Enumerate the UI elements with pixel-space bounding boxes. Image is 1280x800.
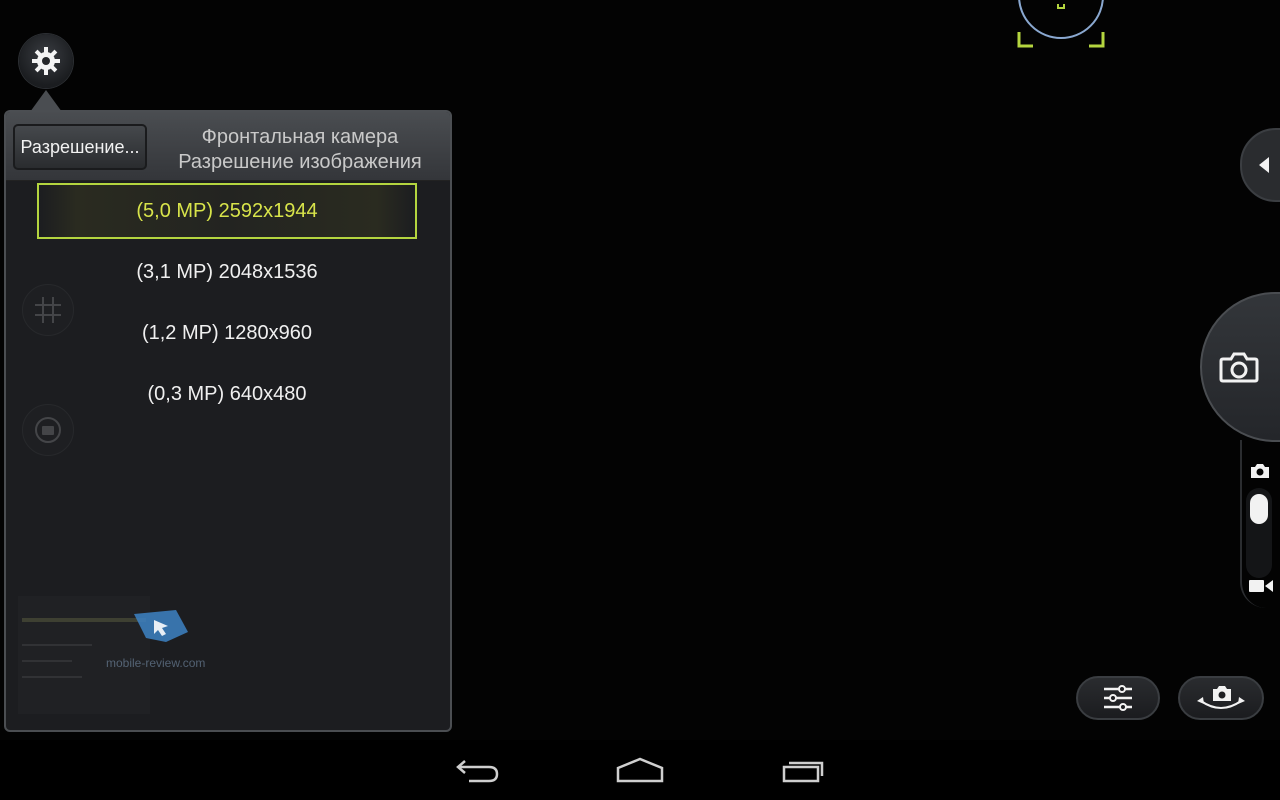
switch-camera-button[interactable] (1178, 676, 1264, 720)
gear-icon (32, 47, 60, 75)
focus-reticle (1017, 0, 1105, 48)
chevron-left-icon (1259, 157, 1269, 173)
panel-pointer (30, 90, 62, 112)
video-mode-icon[interactable] (1248, 578, 1274, 594)
camera-settings-button[interactable] (1076, 676, 1160, 720)
nav-recent-apps-button[interactable] (774, 752, 834, 788)
resolution-option-3mp[interactable]: (3,1 MP) 2048x1536 (37, 244, 417, 300)
side-panel-toggle[interactable] (1240, 128, 1280, 202)
panel-header: Разрешение... Фронтальная камера Разреше… (6, 112, 450, 181)
resolution-option-03mp[interactable]: (0,3 MP) 640x480 (37, 366, 417, 422)
shutter-button[interactable] (1208, 336, 1270, 398)
nav-back-button[interactable] (448, 752, 508, 788)
resolution-option-1mp[interactable]: (1,2 MP) 1280x960 (37, 305, 417, 361)
mode-switch-thumb[interactable] (1250, 494, 1268, 524)
recent-apps-icon (782, 761, 824, 783)
nav-home-button[interactable] (610, 752, 670, 788)
back-arrow-icon (456, 760, 499, 783)
panel-title-setting: Разрешение изображения (178, 151, 422, 173)
resolution-option-5mp[interactable]: (5,0 MP) 2592x1944 (37, 183, 417, 239)
settings-button[interactable] (19, 34, 73, 88)
mobile-review-logo (134, 610, 188, 642)
resolution-panel: Разрешение... Фронтальная камера Разреше… (4, 110, 452, 732)
camera-mode-icon[interactable] (1249, 462, 1271, 480)
panel-title: Фронтальная камера Разрешение изображени… (156, 125, 444, 175)
resolution-back-button[interactable]: Разрешение... (13, 124, 147, 170)
watermark-text: mobile-review.com (106, 656, 206, 670)
switch-camera-icon (1197, 686, 1245, 709)
sliders-icon (1104, 685, 1132, 711)
camera-icon (1219, 352, 1259, 383)
home-icon (616, 757, 664, 783)
panel-title-camera: Фронтальная камера (201, 126, 399, 148)
